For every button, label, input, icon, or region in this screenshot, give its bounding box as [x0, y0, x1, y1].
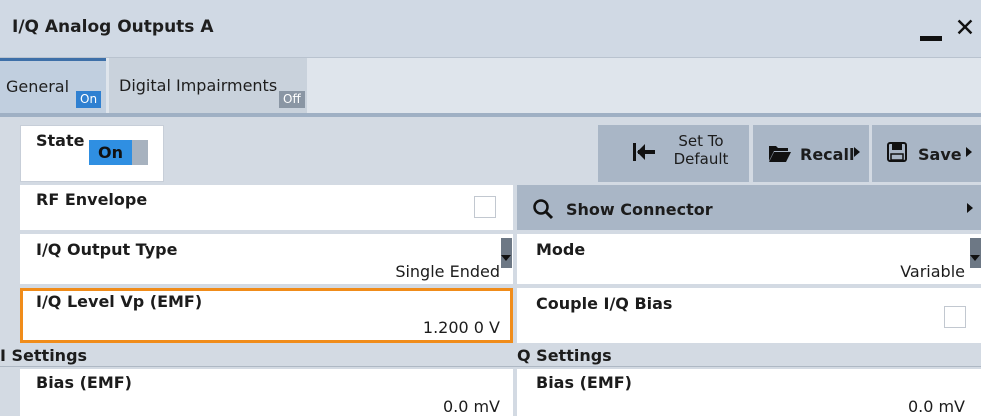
rf-envelope-label: RF Envelope [36, 190, 148, 209]
i-settings-header: I Settings [0, 346, 88, 365]
q-bias-value: 0.0 mV [907, 397, 965, 416]
i-bias-label: Bias (EMF) [36, 373, 132, 392]
couple-iq-bias-label: Couple I/Q Bias [536, 294, 673, 313]
tab-general[interactable]: General On [0, 58, 106, 113]
close-button[interactable]: ✕ [952, 12, 978, 44]
minimize-icon [920, 36, 942, 41]
tab-general-status-badge: On [76, 91, 102, 108]
folder-open-icon [769, 146, 791, 162]
save-submenu-arrow-icon [966, 147, 972, 157]
magnifier-icon [533, 199, 554, 220]
show-connector-arrow-icon [967, 203, 973, 213]
state-toggle[interactable]: On [89, 140, 155, 165]
tab-general-label: General [6, 77, 70, 96]
recall-submenu-arrow-icon [854, 147, 860, 157]
q-settings-header: Q Settings [517, 346, 612, 365]
iq-level-value: 1.200 0 V [422, 318, 500, 337]
couple-iq-bias-checkbox[interactable] [944, 306, 966, 328]
mode-label: Mode [536, 240, 586, 259]
dropdown-arrow-icon [970, 255, 980, 261]
close-icon: ✕ [954, 13, 976, 42]
i-bias-value: 0.0 mV [442, 397, 500, 416]
section-divider [0, 366, 981, 367]
set-to-default-label-line1: Set To [678, 132, 724, 150]
q-bias-label: Bias (EMF) [536, 373, 632, 392]
iq-output-type-dropdown-bar[interactable] [501, 238, 512, 268]
iq-output-type-value: Single Ended [395, 262, 500, 281]
state-toggle-knob [132, 140, 148, 165]
mode-value: Variable [900, 262, 965, 281]
set-to-default-label: Set To Default [666, 132, 736, 168]
set-to-default-label-line2: Default [673, 150, 729, 168]
iq-level-label: I/Q Level Vp (EMF) [36, 292, 203, 311]
window-title: I/Q Analog Outputs A [12, 17, 214, 37]
state-toggle-value: On [89, 140, 132, 165]
recall-label: Recall [800, 145, 855, 164]
mode-dropdown-bar[interactable] [970, 238, 981, 268]
save-label: Save [918, 145, 962, 164]
rf-envelope-checkbox[interactable] [474, 196, 496, 218]
show-connector-label: Show Connector [566, 200, 713, 219]
minimize-button[interactable] [916, 16, 946, 44]
floppy-disk-icon [887, 142, 907, 162]
iq-output-type-label: I/Q Output Type [36, 240, 178, 259]
dropdown-arrow-icon [501, 255, 511, 261]
tab-digital-impairments[interactable]: Digital Impairments Off [109, 58, 307, 113]
tab-digital-impairments-status-badge: Off [279, 91, 305, 108]
tab-digital-impairments-label: Digital Impairments [119, 76, 278, 95]
set-default-icon [633, 143, 655, 161]
state-label: State [36, 131, 85, 150]
